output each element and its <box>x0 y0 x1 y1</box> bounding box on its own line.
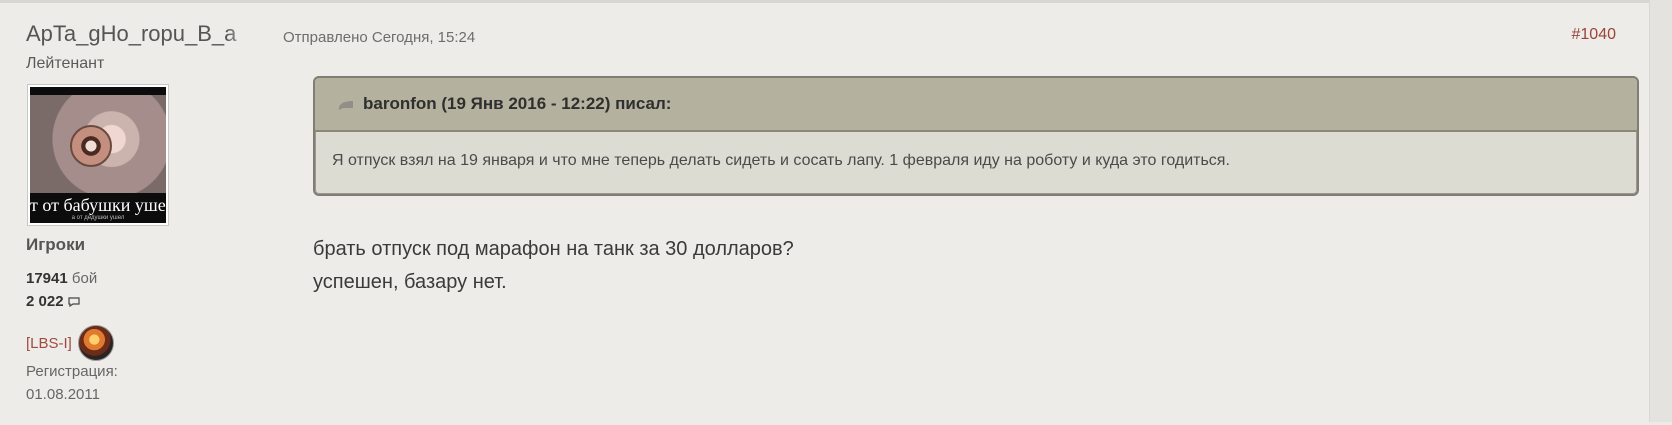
quote-header: baronfon (19 Янв 2016 - 12:22) писал: <box>315 78 1637 132</box>
author-name[interactable]: ApTa_gHo_ropu_B_a <box>26 21 256 51</box>
registration-label: Регистрация: <box>26 363 118 380</box>
clan-row: [LBS-I] <box>26 325 114 361</box>
clan-emblem-icon[interactable] <box>77 325 114 361</box>
battle-count: 17941 бой <box>26 270 97 287</box>
message-line: брать отпуск под марафон на танк за 30 д… <box>313 238 794 260</box>
avatar-caption-small: а от дедушки ушел <box>71 215 125 221</box>
registration-date: 01.08.2011 <box>26 386 100 403</box>
avatar-image <box>30 95 166 193</box>
clan-tag-link[interactable]: [LBS-I] <box>26 335 72 352</box>
post-count: 2 022 <box>26 293 80 310</box>
message-line: успешен, базару нет. <box>313 271 507 293</box>
quote-block: baronfon (19 Янв 2016 - 12:22) писал: Я … <box>313 76 1639 196</box>
avatar[interactable]: т от бабушки уше. а от дедушки ушел <box>28 85 168 225</box>
comment-icon <box>67 296 80 307</box>
quote-text: Я отпуск взял на 19 января и что мне теп… <box>332 152 1230 169</box>
scrollbar-track[interactable] <box>1649 0 1672 422</box>
battle-count-label: бой <box>71 270 98 287</box>
post-number-link[interactable]: #1040 <box>1572 26 1617 44</box>
author-group: Игроки <box>26 235 86 254</box>
quote-author: baronfon (19 Янв 2016 - 12:22) писал: <box>363 94 672 113</box>
avatar-face <box>70 125 112 167</box>
avatar-caption: т от бабушки уше. <box>30 195 166 215</box>
post-count-value: 2 022 <box>26 293 64 310</box>
quote-icon <box>337 98 355 112</box>
battle-count-value: 17941 <box>26 270 68 287</box>
forum-post: ApTa_gHo_ropu_B_a Лейтенант т от бабушки… <box>0 0 1650 425</box>
post-message: брать отпуск под марафон на танк за 30 д… <box>313 233 794 299</box>
author-rank: Лейтенант <box>26 55 105 72</box>
post-timestamp: Отправлено Сегодня, 15:24 <box>283 29 476 46</box>
